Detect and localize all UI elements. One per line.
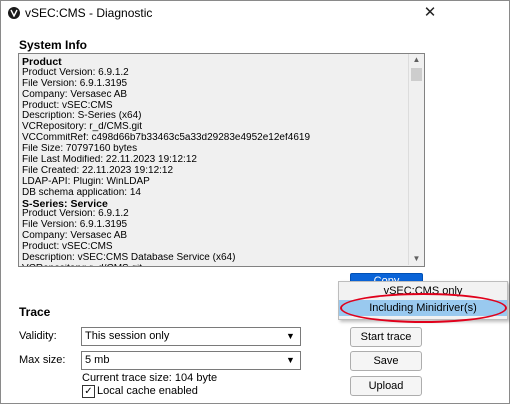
system-info-heading: System Info (19, 38, 88, 52)
local-cache-label[interactable]: Local cache enabled (97, 385, 198, 397)
title-bar[interactable]: vSEC:CMS - Diagnostic ✕ (1, 1, 509, 25)
system-info-line: S-Series: Service (22, 198, 108, 210)
system-info-lines: Product Product Version: 6.9.1.2 File Vers… (22, 57, 406, 266)
system-info-line: Product: vSEC:CMS (22, 100, 113, 111)
system-info-line: VCCommitRef: c498d66b7b33463c5a33d29283e… (22, 133, 311, 144)
system-info-line: DB schema application: 14 (22, 187, 141, 198)
upload-button[interactable]: Upload (350, 376, 422, 396)
system-info-line: File Size: 70797160 bytes (22, 144, 138, 155)
max-size-value: 5 mb (85, 354, 110, 366)
highlight-ring (340, 293, 507, 323)
scroll-up-icon[interactable]: ▲ (409, 54, 424, 66)
system-info-textbox[interactable]: Product Product Version: 6.9.1.2 File Vers… (18, 53, 425, 267)
local-cache-checkbox[interactable]: ✓ (82, 385, 95, 398)
validity-value: This session only (85, 330, 170, 342)
close-icon[interactable]: ✕ (421, 4, 439, 22)
scroll-down-icon[interactable]: ▼ (409, 253, 424, 265)
validity-select[interactable]: This session only ▼ (81, 327, 301, 346)
window-title: vSEC:CMS - Diagnostic (25, 6, 153, 20)
scroll-thumb[interactable] (411, 68, 422, 81)
system-info-line: Description: S-Series (x64) (22, 111, 142, 122)
system-info-scrollbar[interactable]: ▲ ▼ (408, 54, 424, 265)
system-info-line: Company: Versasec AB (22, 89, 128, 100)
system-info-line: File Created: 22.11.2023 19:12:12 (22, 165, 174, 176)
system-info-line: File Last Modified: 22.11.2023 19:12:12 (22, 155, 197, 166)
system-info-line: VCRepository: r_d/CMS.git (22, 264, 406, 266)
current-trace-size: Current trace size: 104 byte (82, 372, 218, 384)
system-info-line: Company: Versasec AB (22, 231, 128, 242)
save-button[interactable]: Save (350, 351, 422, 371)
system-info-line: Product Version: 6.9.1.2 (22, 209, 129, 220)
system-info-line: LDAP-API: Plugin: WinLDAP (22, 176, 150, 187)
system-info-line: File Version: 6.9.1.3195 (22, 78, 128, 89)
trace-heading: Trace (19, 305, 51, 319)
system-info-line: Description: vSEC:CMS Database Service (… (22, 253, 236, 264)
start-trace-button[interactable]: Start trace (350, 327, 422, 347)
system-info-line: Product (22, 57, 62, 68)
max-size-label: Max size: (19, 354, 66, 366)
system-info-line: VCRepository: r_d/CMS.git (22, 122, 143, 133)
max-size-select[interactable]: 5 mb ▼ (81, 351, 301, 370)
system-info-line: Product Version: 6.9.1.2 (22, 67, 129, 78)
chevron-down-icon[interactable]: ▼ (282, 328, 299, 345)
chevron-down-icon[interactable]: ▼ (282, 352, 299, 369)
system-info-line: Product: vSEC:CMS (22, 242, 113, 253)
system-info-line: File Version: 6.9.1.3195 (22, 220, 128, 231)
app-logo-icon (8, 7, 20, 19)
diagnostic-window: vSEC:CMS - Diagnostic ✕ System Info Prod… (0, 0, 510, 404)
validity-label: Validity: (19, 330, 57, 342)
